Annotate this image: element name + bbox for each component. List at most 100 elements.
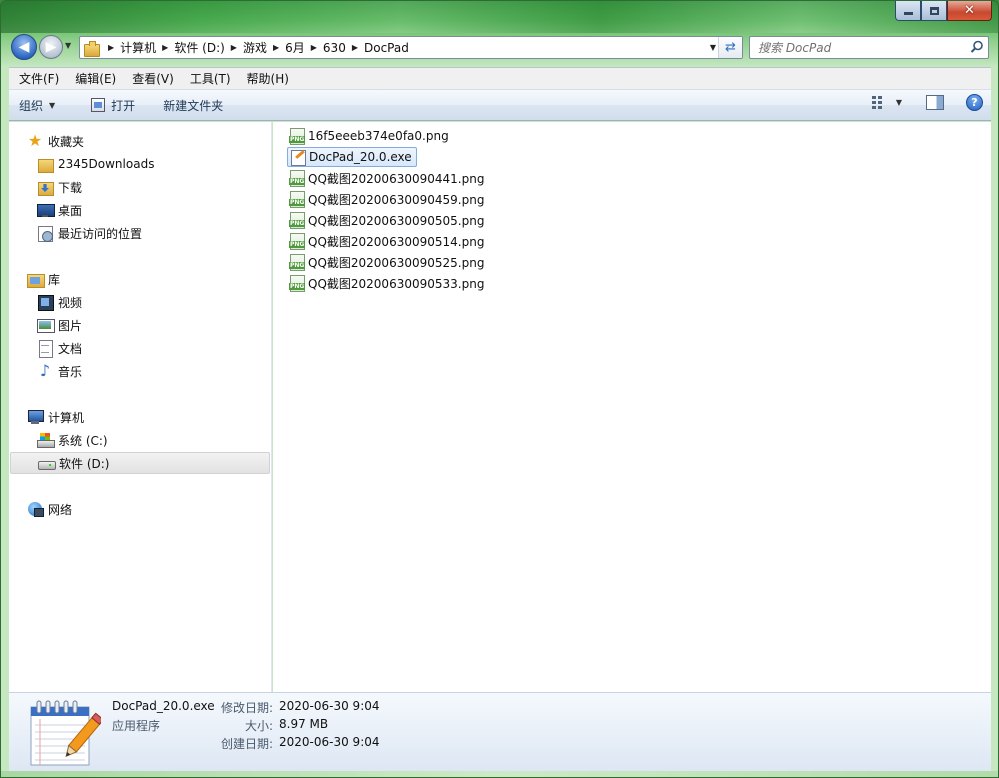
- music-icon: ♪: [39, 361, 51, 380]
- menu-tools[interactable]: 工具(T): [182, 68, 239, 90]
- sidebar-header-label: 收藏夹: [48, 134, 85, 149]
- close-icon: ✕: [964, 3, 975, 18]
- sidebar-item-label: 音乐: [58, 364, 83, 379]
- back-arrow-icon: ◀: [18, 39, 30, 55]
- new-folder-label: 新建文件夹: [163, 98, 224, 113]
- details-pane: DocPad_20.0.exe 应用程序 修改日期: 2020-06-30 9:…: [9, 692, 991, 771]
- view-options-dropdown[interactable]: ▼: [896, 98, 902, 107]
- details-modified-value: 2020-06-30 9:04: [279, 699, 380, 713]
- breadcrumb-games[interactable]: 游戏: [243, 39, 267, 56]
- sidebar-item-videos[interactable]: 视频: [37, 291, 299, 313]
- list-item[interactable]: QQ截图20200630090533.png: [287, 273, 488, 293]
- maximize-button[interactable]: [921, 1, 947, 21]
- sidebar-libraries[interactable]: 库: [27, 268, 289, 290]
- chevron-right-icon[interactable]: ▶: [311, 43, 317, 52]
- star-icon: ★: [27, 131, 43, 150]
- search-box[interactable]: [749, 36, 989, 59]
- list-item[interactable]: QQ截图20200630090505.png: [287, 210, 488, 230]
- breadcrumb-computer[interactable]: 计算机: [120, 39, 156, 56]
- network-icon: [27, 501, 44, 517]
- sidebar-favorites[interactable]: ★ 收藏夹: [27, 130, 289, 152]
- chevron-right-icon[interactable]: ▶: [352, 43, 358, 52]
- document-icon: [37, 340, 53, 358]
- sidebar-network[interactable]: 网络: [27, 498, 289, 520]
- change-view-icon[interactable]: [871, 95, 888, 110]
- drive-icon: [38, 455, 56, 471]
- open-button[interactable]: 打开: [81, 93, 145, 117]
- menu-file[interactable]: 文件(F): [11, 68, 67, 90]
- sidebar-item-label: 系统 (C:): [58, 433, 108, 448]
- organize-label: 组织: [19, 98, 44, 113]
- file-name: QQ截图20200630090514.png: [308, 234, 485, 249]
- address-history-dropdown[interactable]: ▼: [710, 43, 716, 52]
- minimize-button[interactable]: [895, 1, 921, 21]
- sidebar-item-pictures[interactable]: 图片: [37, 314, 299, 336]
- recent-pages-dropdown[interactable]: ▼: [65, 41, 71, 50]
- list-item[interactable]: QQ截图20200630090459.png: [287, 189, 488, 209]
- details-size-value: 8.97 MB: [279, 717, 329, 731]
- list-item[interactable]: QQ截图20200630090514.png: [287, 231, 488, 251]
- png-file-icon: [289, 233, 306, 250]
- view-controls: ▼ ?: [871, 94, 983, 111]
- list-item[interactable]: QQ截图20200630090525.png: [287, 252, 488, 272]
- forward-button[interactable]: ▶: [39, 35, 63, 59]
- chevron-right-icon[interactable]: ▶: [162, 43, 168, 52]
- close-button[interactable]: ✕: [947, 1, 992, 21]
- download-folder-icon: [37, 179, 54, 196]
- menu-edit[interactable]: 编辑(E): [67, 68, 124, 90]
- breadcrumb-630[interactable]: 630: [323, 41, 346, 55]
- details-file-type: 应用程序: [112, 719, 161, 733]
- window-bottom-border: [1, 771, 998, 777]
- details-created-label: 创建日期:: [220, 737, 273, 751]
- refresh-button[interactable]: ⇄: [718, 37, 742, 58]
- open-label: 打开: [111, 98, 136, 113]
- sidebar-item-label: 最近访问的位置: [58, 226, 143, 241]
- help-icon[interactable]: ?: [966, 94, 983, 111]
- breadcrumb-june[interactable]: 6月: [285, 39, 305, 56]
- chevron-right-icon[interactable]: ▶: [231, 43, 237, 52]
- back-button[interactable]: ◀: [11, 34, 37, 60]
- sidebar-item-drive-c[interactable]: 系统 (C:): [37, 429, 299, 451]
- details-created-value: 2020-06-30 9:04: [279, 735, 380, 749]
- breadcrumb-drive-d[interactable]: 软件 (D:): [174, 39, 224, 56]
- sidebar-item-2345downloads[interactable]: 2345Downloads: [37, 153, 299, 175]
- menu-view[interactable]: 查看(V): [124, 68, 182, 90]
- list-item[interactable]: DocPad_20.0.exe: [287, 147, 417, 167]
- address-bar[interactable]: ▶ 计算机 ▶ 软件 (D:) ▶ 游戏 ▶ 6月 ▶ 630 ▶ DocPad…: [79, 36, 743, 59]
- list-item[interactable]: 16f5eeeb374e0fa0.png: [287, 126, 453, 146]
- sidebar-item-label: 下载: [58, 180, 83, 195]
- menu-help[interactable]: 帮助(H): [239, 68, 297, 90]
- forward-arrow-icon: ▶: [45, 39, 57, 55]
- file-list: 16f5eeeb374e0fa0.png DocPad_20.0.exe QQ截…: [273, 122, 991, 692]
- sidebar-item-music[interactable]: ♪ 音乐: [37, 360, 299, 382]
- notepad-icon: [30, 700, 101, 766]
- sidebar-item-label: 软件 (D:): [59, 456, 110, 471]
- search-icon[interactable]: [970, 40, 984, 54]
- png-file-icon: [289, 275, 306, 292]
- png-file-icon: [289, 254, 306, 271]
- chevron-right-icon[interactable]: ▶: [273, 43, 279, 52]
- title-bar: [1, 1, 998, 33]
- png-file-icon: [289, 128, 306, 145]
- preview-pane-icon[interactable]: [926, 95, 944, 110]
- breadcrumb-docpad[interactable]: DocPad: [364, 41, 409, 55]
- sidebar-header-label: 库: [48, 272, 61, 287]
- computer-icon: [27, 409, 44, 425]
- png-file-icon: [289, 212, 306, 229]
- sidebar-item-recent-places[interactable]: 最近访问的位置: [37, 222, 299, 244]
- chevron-right-icon[interactable]: ▶: [108, 43, 114, 52]
- command-bar: 组织 ▼ 打开 新建文件夹 ▼ ?: [9, 89, 991, 121]
- sidebar-item-desktop[interactable]: 桌面: [37, 199, 299, 221]
- list-item[interactable]: QQ截图20200630090441.png: [287, 168, 488, 188]
- details-file-name: DocPad_20.0.exe: [112, 699, 215, 713]
- open-icon: [91, 98, 106, 112]
- sidebar-computer[interactable]: 计算机: [27, 406, 289, 428]
- chevron-down-icon: ▼: [49, 100, 56, 110]
- sidebar-item-downloads[interactable]: 下载: [37, 176, 299, 198]
- new-folder-button[interactable]: 新建文件夹: [153, 93, 233, 117]
- organize-button[interactable]: 组织 ▼: [9, 93, 65, 117]
- sidebar-item-drive-d[interactable]: 软件 (D:): [10, 452, 270, 474]
- video-icon: [37, 294, 54, 311]
- sidebar-item-documents[interactable]: 文档: [37, 337, 299, 359]
- search-input[interactable]: [758, 40, 958, 55]
